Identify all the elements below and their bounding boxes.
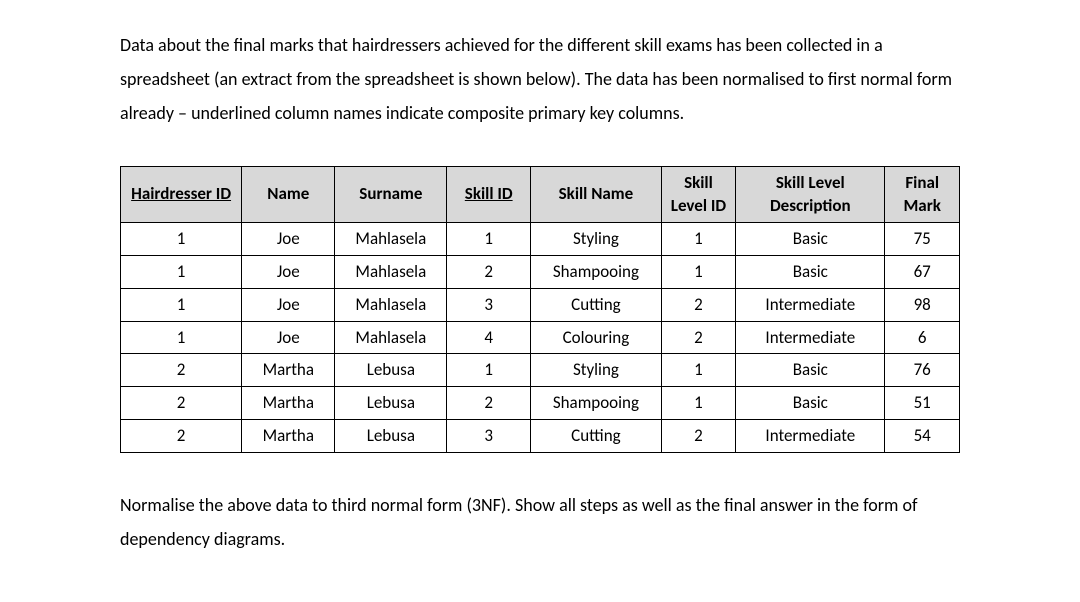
table-row: 2 Martha Lebusa 1 Styling 1 Basic 76 (121, 354, 960, 387)
cell: 2 (121, 419, 242, 452)
table-head: Hairdresser ID Name Surname Skill ID Ski… (121, 166, 960, 223)
col-final-mark: Final Mark (885, 166, 960, 223)
cell: Joe (242, 321, 335, 354)
cell: Lebusa (335, 387, 447, 420)
cell: Intermediate (736, 321, 885, 354)
table-header-row: Hairdresser ID Name Surname Skill ID Ski… (121, 166, 960, 223)
cell: Martha (242, 419, 335, 452)
cell: Styling (531, 354, 662, 387)
cell: Styling (531, 223, 662, 256)
cell: Mahlasela (335, 288, 447, 321)
table-body: 1 Joe Mahlasela 1 Styling 1 Basic 75 1 J… (121, 223, 960, 453)
cell: Mahlasela (335, 255, 447, 288)
cell: 1 (121, 321, 242, 354)
cell: 2 (661, 419, 736, 452)
col-skill-id: Skill ID (447, 166, 531, 223)
cell: Shampooing (531, 387, 662, 420)
cell: 1 (121, 255, 242, 288)
cell: Joe (242, 223, 335, 256)
cell: 54 (885, 419, 960, 452)
col-surname: Surname (335, 166, 447, 223)
cell: 1 (661, 223, 736, 256)
cell: 2 (661, 288, 736, 321)
col-skill-level-description: Skill Level Description (736, 166, 885, 223)
cell: Basic (736, 255, 885, 288)
cell: 2 (121, 354, 242, 387)
cell: 2 (661, 321, 736, 354)
cell: 51 (885, 387, 960, 420)
outro-paragraph: Normalise the above data to third normal… (120, 488, 960, 556)
cell: 3 (447, 288, 531, 321)
cell: 3 (447, 419, 531, 452)
cell: Shampooing (531, 255, 662, 288)
cell: 4 (447, 321, 531, 354)
cell: 1 (447, 223, 531, 256)
cell: 2 (447, 255, 531, 288)
table-row: 1 Joe Mahlasela 2 Shampooing 1 Basic 67 (121, 255, 960, 288)
cell: 2 (447, 387, 531, 420)
cell: Basic (736, 387, 885, 420)
data-table: Hairdresser ID Name Surname Skill ID Ski… (120, 166, 960, 453)
cell: Mahlasela (335, 321, 447, 354)
cell: 6 (885, 321, 960, 354)
cell: Lebusa (335, 419, 447, 452)
cell: 67 (885, 255, 960, 288)
cell: Colouring (531, 321, 662, 354)
col-skill-name: Skill Name (531, 166, 662, 223)
cell: Martha (242, 387, 335, 420)
cell: 1 (661, 387, 736, 420)
cell: 76 (885, 354, 960, 387)
cell: Mahlasela (335, 223, 447, 256)
table-row: 2 Martha Lebusa 3 Cutting 2 Intermediate… (121, 419, 960, 452)
cell: Intermediate (736, 419, 885, 452)
table-row: 2 Martha Lebusa 2 Shampooing 1 Basic 51 (121, 387, 960, 420)
cell: Basic (736, 354, 885, 387)
cell: Cutting (531, 419, 662, 452)
cell: 1 (121, 288, 242, 321)
cell: 2 (121, 387, 242, 420)
cell: 1 (661, 255, 736, 288)
cell: Basic (736, 223, 885, 256)
col-name: Name (242, 166, 335, 223)
cell: 98 (885, 288, 960, 321)
intro-paragraph: Data about the final marks that hairdres… (120, 28, 960, 131)
cell: 1 (121, 223, 242, 256)
cell: 75 (885, 223, 960, 256)
cell: Joe (242, 288, 335, 321)
cell: Lebusa (335, 354, 447, 387)
cell: 1 (447, 354, 531, 387)
table-row: 1 Joe Mahlasela 3 Cutting 2 Intermediate… (121, 288, 960, 321)
col-hairdresser-id: Hairdresser ID (121, 166, 242, 223)
cell: Cutting (531, 288, 662, 321)
table-row: 1 Joe Mahlasela 4 Colouring 2 Intermedia… (121, 321, 960, 354)
cell: Martha (242, 354, 335, 387)
cell: 1 (661, 354, 736, 387)
cell: Joe (242, 255, 335, 288)
table-row: 1 Joe Mahlasela 1 Styling 1 Basic 75 (121, 223, 960, 256)
cell: Intermediate (736, 288, 885, 321)
col-skill-level-id: Skill Level ID (661, 166, 736, 223)
